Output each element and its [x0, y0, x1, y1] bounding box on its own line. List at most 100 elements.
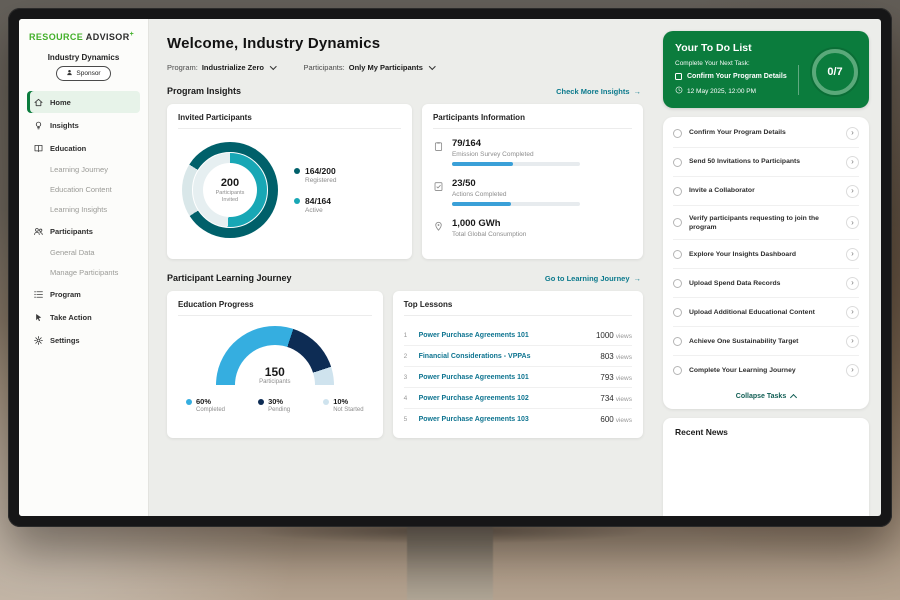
- lesson-rank: 5: [404, 416, 412, 423]
- legend-item-registered: 164/200 Registered: [294, 166, 336, 184]
- stat-value: 23/50: [452, 178, 580, 189]
- checkbox-icon[interactable]: [673, 187, 682, 196]
- lesson-title-link[interactable]: Power Purchase Agreements 103: [419, 416, 594, 423]
- task-row[interactable]: Complete Your Learning Journey ›: [673, 356, 859, 384]
- task-row[interactable]: Invite a Collaborator ›: [673, 177, 859, 206]
- checkbox-icon[interactable]: [673, 308, 682, 317]
- chevron-right-icon[interactable]: ›: [846, 156, 859, 169]
- sidebar-item-learning-insights[interactable]: Learning Insights: [27, 200, 140, 219]
- card-title: Participants Information: [433, 113, 632, 129]
- chevron-right-icon[interactable]: ›: [846, 216, 859, 229]
- chevron-right-icon[interactable]: ›: [846, 306, 859, 319]
- legend-dot: [294, 168, 300, 174]
- lesson-views: 600: [600, 415, 613, 424]
- go-to-learning-journey-link[interactable]: Go to Learning Journey →: [545, 274, 641, 283]
- checkbox-icon[interactable]: [673, 218, 682, 227]
- program-filter[interactable]: Program: Industrialize Zero: [167, 63, 275, 72]
- chevron-right-icon[interactable]: ›: [846, 335, 859, 348]
- checkbox-icon[interactable]: [673, 158, 682, 167]
- chevron-up-icon: [790, 394, 797, 401]
- task-label: Explore Your Insights Dashboard: [689, 250, 839, 259]
- checkbox-icon[interactable]: [673, 366, 682, 375]
- views-word: views: [616, 354, 632, 361]
- lesson-title-link[interactable]: Power Purchase Agreements 101: [419, 332, 589, 339]
- checklist-icon: [433, 179, 444, 206]
- task-row[interactable]: Achieve One Sustainability Target ›: [673, 327, 859, 356]
- sidebar-item-home[interactable]: Home: [27, 91, 140, 113]
- stat-label: Actions Completed: [452, 191, 580, 198]
- people-icon: [33, 226, 44, 237]
- collapse-tasks-button[interactable]: Collapse Tasks: [673, 384, 859, 407]
- checkbox-icon[interactable]: [673, 129, 682, 138]
- donut-center: 200 Participants Invited: [203, 163, 257, 217]
- org-name: Industry Dynamics: [27, 53, 140, 62]
- stat-label: Total Global Consumption: [452, 231, 526, 238]
- chevron-right-icon[interactable]: ›: [846, 127, 859, 140]
- sidebar-item-insights[interactable]: Insights: [27, 114, 140, 136]
- checkbox-icon[interactable]: [673, 250, 682, 259]
- task-label: Upload Spend Data Records: [689, 279, 839, 288]
- lesson-rank: 4: [404, 395, 412, 402]
- chevron-right-icon[interactable]: ›: [846, 248, 859, 261]
- legend-label: Registered: [305, 177, 336, 184]
- sidebar-item-general-data[interactable]: General Data: [27, 243, 140, 262]
- participants-filter[interactable]: Participants: Only My Participants: [303, 63, 434, 72]
- sidebar-item-take-action[interactable]: Take Action: [27, 306, 140, 328]
- sidebar-item-learning-journey[interactable]: Learning Journey: [27, 160, 140, 179]
- views-word: views: [616, 396, 632, 403]
- divider: [798, 65, 799, 95]
- views-word: views: [616, 333, 632, 340]
- sidebar-item-participants[interactable]: Participants: [27, 220, 140, 242]
- lesson-row: 3 Power Purchase Agreements 101 793views: [404, 367, 632, 388]
- checkbox-icon[interactable]: [673, 337, 682, 346]
- sidebar-item-education[interactable]: Education: [27, 137, 140, 159]
- sidebar-item-manage-participants[interactable]: Manage Participants: [27, 263, 140, 282]
- legend-value: 60%: [196, 397, 225, 406]
- invited-legend: 164/200 Registered 84/164 Active: [294, 166, 336, 214]
- todo-progress-value: 0/7: [827, 66, 842, 78]
- checkbox-icon[interactable]: [675, 73, 682, 80]
- sponsor-badge[interactable]: Sponsor: [56, 66, 110, 81]
- task-row[interactable]: Verify participants requesting to join t…: [673, 206, 859, 240]
- invited-body: 200 Participants Invited 164/200 Registe…: [178, 138, 401, 240]
- invited-participants-card: Invited Participants 200 Participants In…: [167, 104, 412, 259]
- lesson-row: 5 Power Purchase Agreements 103 600views: [404, 409, 632, 429]
- todo-next-task[interactable]: Confirm Your Program Details: [675, 73, 793, 80]
- task-row[interactable]: Confirm Your Program Details ›: [673, 119, 859, 148]
- lesson-title-link[interactable]: Power Purchase Agreements 102: [419, 395, 594, 402]
- lesson-title-link[interactable]: Power Purchase Agreements 101: [419, 374, 594, 381]
- task-row[interactable]: Upload Spend Data Records ›: [673, 269, 859, 298]
- chevron-right-icon[interactable]: ›: [846, 185, 859, 198]
- gauge-label: Participants: [216, 379, 334, 385]
- sidebar-item-label: Home: [50, 98, 71, 107]
- chevron-right-icon[interactable]: ›: [846, 364, 859, 377]
- link-label: Go to Learning Journey: [545, 274, 630, 283]
- todo-task-list: Confirm Your Program Details › Send 50 I…: [663, 117, 869, 409]
- checkbox-icon[interactable]: [673, 279, 682, 288]
- todo-panel: Your To Do List Complete Your Next Task:…: [657, 19, 881, 516]
- legend-label: Completed: [196, 407, 225, 413]
- task-row[interactable]: Explore Your Insights Dashboard ›: [673, 240, 859, 269]
- book-icon: [33, 143, 44, 154]
- progress-bar-fill: [452, 162, 513, 166]
- stat-label: Emission Survey Completed: [452, 151, 580, 158]
- task-row[interactable]: Send 50 Invitations to Participants ›: [673, 148, 859, 177]
- sidebar-item-program[interactable]: Program: [27, 283, 140, 305]
- task-row[interactable]: Upload Additional Educational Content ›: [673, 298, 859, 327]
- chevron-right-icon[interactable]: ›: [846, 277, 859, 290]
- participants-filter-value: Only My Participants: [349, 63, 423, 72]
- check-more-insights-link[interactable]: Check More Insights →: [556, 87, 641, 96]
- insights-cards-row: Invited Participants 200 Participants In…: [167, 104, 643, 259]
- todo-next-task-label: Confirm Your Program Details: [687, 73, 787, 80]
- education-progress-card: Education Progress 150 Participants 60%: [167, 291, 383, 438]
- recent-news-title: Recent News: [675, 427, 728, 437]
- sidebar-item-settings[interactable]: Settings: [27, 329, 140, 351]
- location-pin-icon: [433, 219, 444, 238]
- invited-donut-chart: 200 Participants Invited: [182, 142, 278, 238]
- lesson-title-link[interactable]: Financial Considerations - VPPAs: [419, 353, 594, 360]
- sidebar-item-education-content[interactable]: Education Content: [27, 180, 140, 199]
- task-label: Confirm Your Program Details: [689, 128, 839, 137]
- stat-actions-completed: 23/50 Actions Completed: [433, 178, 632, 206]
- stat-value: 79/164: [452, 138, 580, 149]
- lesson-views: 803: [600, 352, 613, 361]
